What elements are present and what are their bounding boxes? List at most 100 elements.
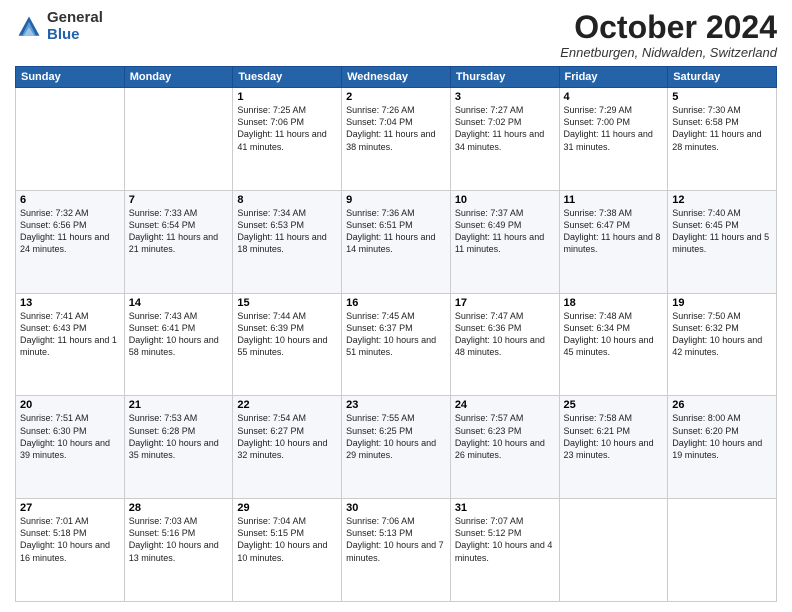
- day-number: 28: [129, 502, 229, 514]
- table-row: 22Sunrise: 7:54 AM Sunset: 6:27 PM Dayli…: [233, 396, 342, 499]
- day-info: Sunrise: 7:34 AM Sunset: 6:53 PM Dayligh…: [237, 207, 337, 256]
- day-info: Sunrise: 7:37 AM Sunset: 6:49 PM Dayligh…: [455, 207, 555, 256]
- day-info: Sunrise: 7:03 AM Sunset: 5:16 PM Dayligh…: [129, 515, 229, 564]
- day-number: 20: [20, 399, 120, 411]
- logo-icon: [15, 13, 43, 41]
- table-row: [16, 88, 125, 191]
- day-number: 27: [20, 502, 120, 514]
- table-row: 21Sunrise: 7:53 AM Sunset: 6:28 PM Dayli…: [124, 396, 233, 499]
- day-info: Sunrise: 7:36 AM Sunset: 6:51 PM Dayligh…: [346, 207, 446, 256]
- day-number: 25: [564, 399, 664, 411]
- day-number: 4: [564, 91, 664, 103]
- day-number: 26: [672, 399, 772, 411]
- table-row: 3Sunrise: 7:27 AM Sunset: 7:02 PM Daylig…: [450, 88, 559, 191]
- day-number: 14: [129, 297, 229, 309]
- day-number: 10: [455, 194, 555, 206]
- day-number: 9: [346, 194, 446, 206]
- logo-text: General Blue: [47, 10, 103, 43]
- table-row: 15Sunrise: 7:44 AM Sunset: 6:39 PM Dayli…: [233, 293, 342, 396]
- table-row: 30Sunrise: 7:06 AM Sunset: 5:13 PM Dayli…: [342, 499, 451, 602]
- table-row: 20Sunrise: 7:51 AM Sunset: 6:30 PM Dayli…: [16, 396, 125, 499]
- day-info: Sunrise: 7:50 AM Sunset: 6:32 PM Dayligh…: [672, 310, 772, 359]
- day-info: Sunrise: 7:44 AM Sunset: 6:39 PM Dayligh…: [237, 310, 337, 359]
- table-row: [124, 88, 233, 191]
- logo-general: General: [47, 10, 103, 27]
- calendar-table: Sunday Monday Tuesday Wednesday Thursday…: [15, 66, 777, 602]
- day-number: 17: [455, 297, 555, 309]
- day-info: Sunrise: 7:51 AM Sunset: 6:30 PM Dayligh…: [20, 412, 120, 461]
- day-info: Sunrise: 7:25 AM Sunset: 7:06 PM Dayligh…: [237, 104, 337, 153]
- day-info: Sunrise: 7:26 AM Sunset: 7:04 PM Dayligh…: [346, 104, 446, 153]
- table-row: 10Sunrise: 7:37 AM Sunset: 6:49 PM Dayli…: [450, 190, 559, 293]
- col-thursday: Thursday: [450, 67, 559, 88]
- day-number: 16: [346, 297, 446, 309]
- day-info: Sunrise: 7:29 AM Sunset: 7:00 PM Dayligh…: [564, 104, 664, 153]
- day-info: Sunrise: 7:45 AM Sunset: 6:37 PM Dayligh…: [346, 310, 446, 359]
- table-row: 1Sunrise: 7:25 AM Sunset: 7:06 PM Daylig…: [233, 88, 342, 191]
- day-info: Sunrise: 7:27 AM Sunset: 7:02 PM Dayligh…: [455, 104, 555, 153]
- calendar-week-2: 6Sunrise: 7:32 AM Sunset: 6:56 PM Daylig…: [16, 190, 777, 293]
- col-friday: Friday: [559, 67, 668, 88]
- day-info: Sunrise: 7:07 AM Sunset: 5:12 PM Dayligh…: [455, 515, 555, 564]
- day-info: Sunrise: 7:40 AM Sunset: 6:45 PM Dayligh…: [672, 207, 772, 256]
- day-info: Sunrise: 7:30 AM Sunset: 6:58 PM Dayligh…: [672, 104, 772, 153]
- table-row: 23Sunrise: 7:55 AM Sunset: 6:25 PM Dayli…: [342, 396, 451, 499]
- page: General Blue October 2024 Ennetburgen, N…: [0, 0, 792, 612]
- table-row: 5Sunrise: 7:30 AM Sunset: 6:58 PM Daylig…: [668, 88, 777, 191]
- day-info: Sunrise: 8:00 AM Sunset: 6:20 PM Dayligh…: [672, 412, 772, 461]
- calendar-week-4: 20Sunrise: 7:51 AM Sunset: 6:30 PM Dayli…: [16, 396, 777, 499]
- table-row: 4Sunrise: 7:29 AM Sunset: 7:00 PM Daylig…: [559, 88, 668, 191]
- col-saturday: Saturday: [668, 67, 777, 88]
- month-title: October 2024: [560, 10, 777, 45]
- day-info: Sunrise: 7:01 AM Sunset: 5:18 PM Dayligh…: [20, 515, 120, 564]
- day-number: 12: [672, 194, 772, 206]
- table-row: 11Sunrise: 7:38 AM Sunset: 6:47 PM Dayli…: [559, 190, 668, 293]
- table-row: 6Sunrise: 7:32 AM Sunset: 6:56 PM Daylig…: [16, 190, 125, 293]
- day-number: 7: [129, 194, 229, 206]
- day-number: 11: [564, 194, 664, 206]
- day-number: 30: [346, 502, 446, 514]
- day-info: Sunrise: 7:33 AM Sunset: 6:54 PM Dayligh…: [129, 207, 229, 256]
- day-info: Sunrise: 7:54 AM Sunset: 6:27 PM Dayligh…: [237, 412, 337, 461]
- table-row: 18Sunrise: 7:48 AM Sunset: 6:34 PM Dayli…: [559, 293, 668, 396]
- table-row: 25Sunrise: 7:58 AM Sunset: 6:21 PM Dayli…: [559, 396, 668, 499]
- table-row: 29Sunrise: 7:04 AM Sunset: 5:15 PM Dayli…: [233, 499, 342, 602]
- table-row: 24Sunrise: 7:57 AM Sunset: 6:23 PM Dayli…: [450, 396, 559, 499]
- day-info: Sunrise: 7:53 AM Sunset: 6:28 PM Dayligh…: [129, 412, 229, 461]
- logo: General Blue: [15, 10, 103, 43]
- table-row: 13Sunrise: 7:41 AM Sunset: 6:43 PM Dayli…: [16, 293, 125, 396]
- day-number: 5: [672, 91, 772, 103]
- table-row: 17Sunrise: 7:47 AM Sunset: 6:36 PM Dayli…: [450, 293, 559, 396]
- col-sunday: Sunday: [16, 67, 125, 88]
- header: General Blue October 2024 Ennetburgen, N…: [15, 10, 777, 60]
- day-info: Sunrise: 7:58 AM Sunset: 6:21 PM Dayligh…: [564, 412, 664, 461]
- table-row: 27Sunrise: 7:01 AM Sunset: 5:18 PM Dayli…: [16, 499, 125, 602]
- col-wednesday: Wednesday: [342, 67, 451, 88]
- col-monday: Monday: [124, 67, 233, 88]
- day-info: Sunrise: 7:41 AM Sunset: 6:43 PM Dayligh…: [20, 310, 120, 359]
- logo-blue: Blue: [47, 27, 103, 44]
- day-number: 8: [237, 194, 337, 206]
- day-info: Sunrise: 7:55 AM Sunset: 6:25 PM Dayligh…: [346, 412, 446, 461]
- day-info: Sunrise: 7:43 AM Sunset: 6:41 PM Dayligh…: [129, 310, 229, 359]
- table-row: 8Sunrise: 7:34 AM Sunset: 6:53 PM Daylig…: [233, 190, 342, 293]
- table-row: 19Sunrise: 7:50 AM Sunset: 6:32 PM Dayli…: [668, 293, 777, 396]
- day-number: 23: [346, 399, 446, 411]
- day-number: 31: [455, 502, 555, 514]
- col-tuesday: Tuesday: [233, 67, 342, 88]
- day-number: 6: [20, 194, 120, 206]
- day-number: 1: [237, 91, 337, 103]
- table-row: 7Sunrise: 7:33 AM Sunset: 6:54 PM Daylig…: [124, 190, 233, 293]
- day-info: Sunrise: 7:57 AM Sunset: 6:23 PM Dayligh…: [455, 412, 555, 461]
- day-number: 3: [455, 91, 555, 103]
- day-info: Sunrise: 7:48 AM Sunset: 6:34 PM Dayligh…: [564, 310, 664, 359]
- title-block: October 2024 Ennetburgen, Nidwalden, Swi…: [560, 10, 777, 60]
- table-row: 14Sunrise: 7:43 AM Sunset: 6:41 PM Dayli…: [124, 293, 233, 396]
- table-row: [668, 499, 777, 602]
- day-number: 15: [237, 297, 337, 309]
- day-number: 19: [672, 297, 772, 309]
- day-number: 18: [564, 297, 664, 309]
- table-row: 2Sunrise: 7:26 AM Sunset: 7:04 PM Daylig…: [342, 88, 451, 191]
- table-row: 12Sunrise: 7:40 AM Sunset: 6:45 PM Dayli…: [668, 190, 777, 293]
- day-info: Sunrise: 7:38 AM Sunset: 6:47 PM Dayligh…: [564, 207, 664, 256]
